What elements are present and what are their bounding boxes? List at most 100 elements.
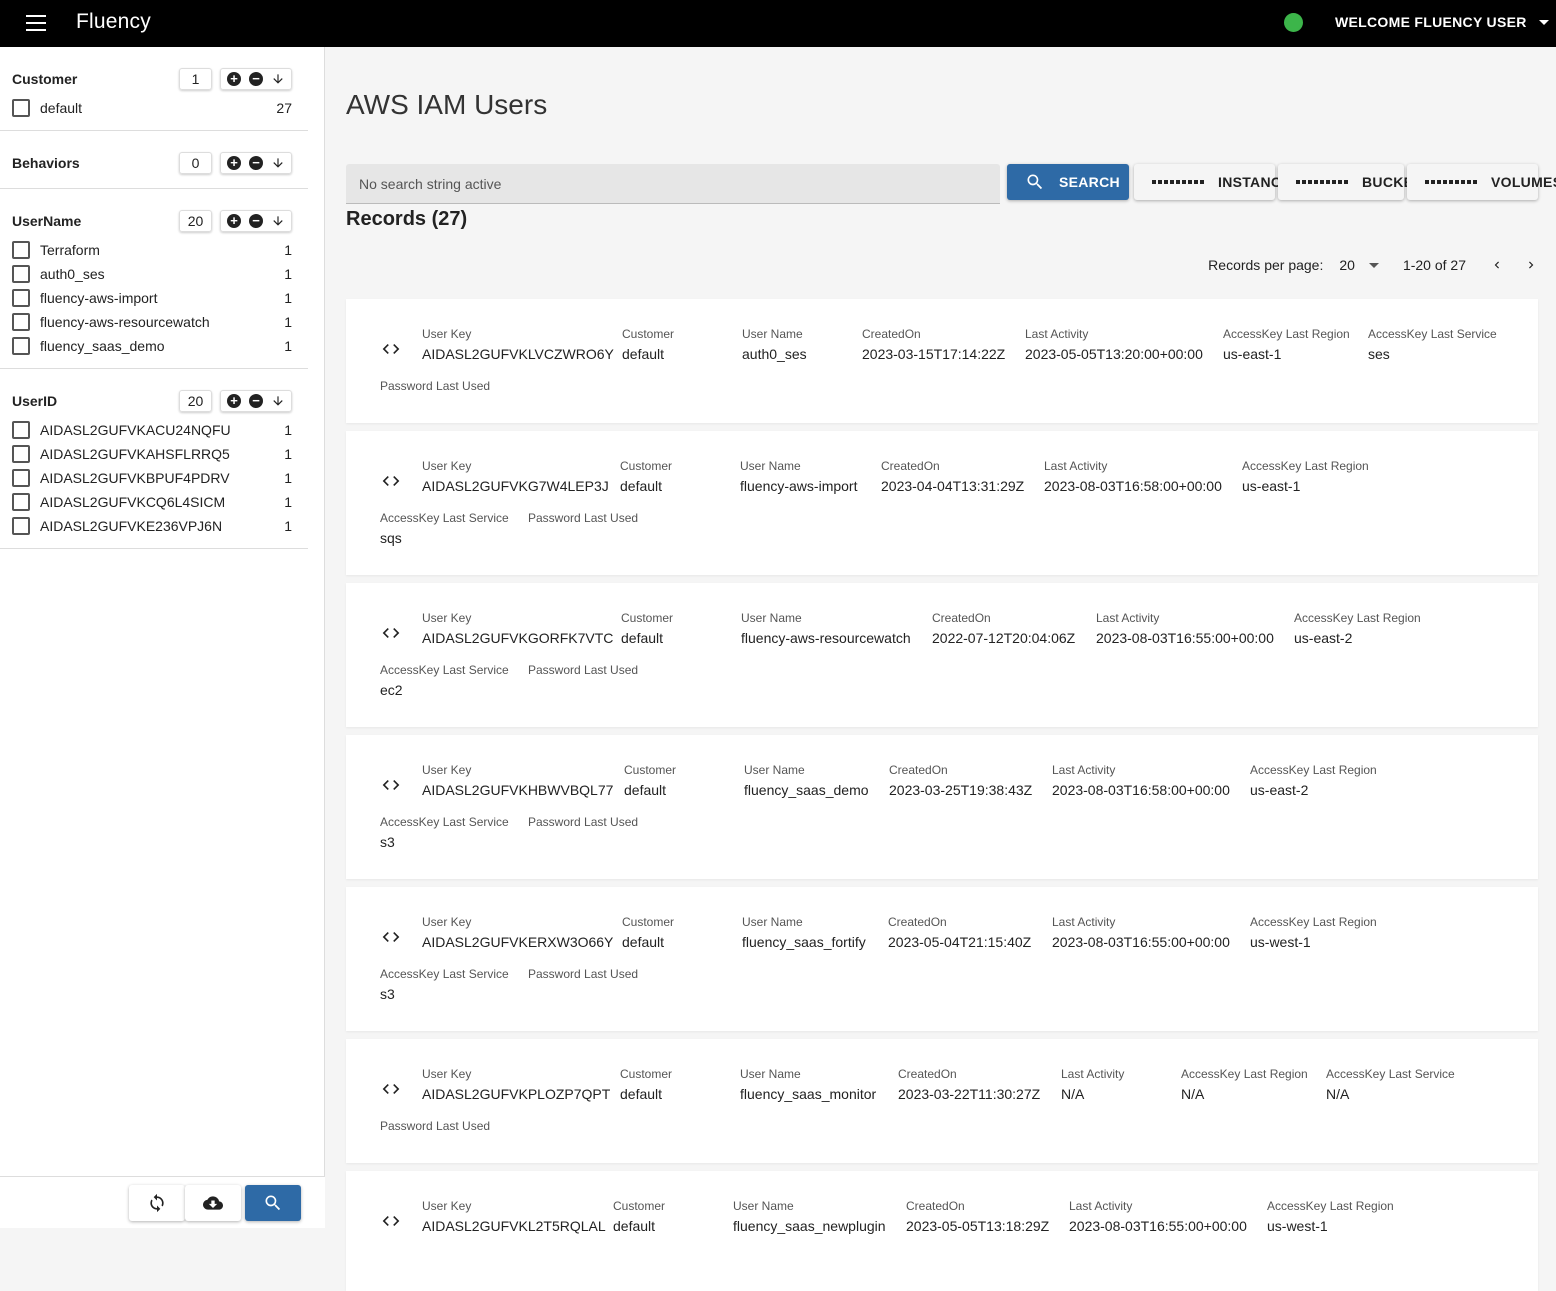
facet-item[interactable]: fluency-aws-import 1 (12, 286, 292, 310)
user-menu[interactable]: WELCOME FLUENCY USER (1335, 14, 1549, 30)
facet-item[interactable]: fluency_saas_demo 1 (12, 334, 292, 358)
field-value: AIDASL2GUFVKHBWVBQL77 (422, 782, 614, 798)
facet-count-input[interactable]: 1 (179, 68, 212, 90)
cloud-download-icon (203, 1196, 223, 1210)
search-button-footer[interactable] (245, 1185, 301, 1221)
field-label: CreatedOn (889, 763, 948, 777)
records-per-page-label: Records per page: (1208, 257, 1324, 273)
field-label: Last Activity (1044, 459, 1108, 473)
field-user-key: User Key AIDASL2GUFVKHBWVBQL77 (422, 763, 613, 798)
facet-item[interactable]: AIDASL2GUFVKE236VPJ6N 1 (12, 514, 292, 538)
code-icon[interactable] (380, 623, 402, 643)
menu-icon[interactable] (26, 15, 46, 31)
field-service: AccessKey Last Service ec2 (380, 663, 509, 698)
remove-circle-icon[interactable]: − (245, 69, 267, 89)
code-icon[interactable] (380, 471, 402, 491)
facet-item[interactable]: AIDASL2GUFVKBPUF4PDRV 1 (12, 466, 292, 490)
next-page-button[interactable] (1524, 258, 1538, 272)
field-user-key: User Key AIDASL2GUFVKG7W4LEP3J (422, 459, 609, 494)
field-value: 2022-07-12T20:04:06Z (932, 630, 1076, 646)
code-icon[interactable] (380, 775, 402, 795)
field-label: CreatedOn (881, 459, 940, 473)
record-card[interactable]: User Key AIDASL2GUFVKGORFK7VTC Customer def… (346, 583, 1538, 727)
arrow-down-icon[interactable] (267, 153, 289, 173)
add-circle-icon[interactable]: + (223, 153, 245, 173)
facet-count-input[interactable]: 0 (179, 152, 212, 174)
field-label: CreatedOn (862, 327, 921, 341)
facet-count-input[interactable]: 20 (179, 210, 212, 232)
field-value: N/A (1181, 1086, 1205, 1102)
instances-button[interactable]: INSTANCES (1134, 164, 1300, 200)
field-region: AccessKey Last Region us-west-1 (1250, 915, 1377, 950)
facet-item[interactable]: AIDASL2GUFVKACU24NQFU 1 (12, 418, 292, 442)
facet-item[interactable]: fluency-aws-resourcewatch 1 (12, 310, 292, 334)
code-icon[interactable] (380, 1079, 402, 1099)
buckets-button[interactable]: BUCKETS (1278, 164, 1431, 200)
search-input[interactable]: No search string active (346, 164, 1000, 204)
checkbox[interactable] (12, 313, 30, 331)
field-label: Customer (613, 1199, 666, 1213)
checkbox[interactable] (12, 445, 30, 463)
facet-count-input[interactable]: 20 (179, 390, 212, 412)
code-icon[interactable] (380, 1211, 402, 1231)
arrow-down-icon[interactable] (267, 391, 289, 411)
facet-item[interactable]: AIDASL2GUFVKCQ6L4SICM 1 (12, 490, 292, 514)
facet-sidebar: Customer 1 + − default 27 Behaviors 0 + − UserName… (0, 47, 325, 1228)
facet-title: Behaviors (12, 155, 80, 171)
records-per-page-select[interactable]: 20 (1339, 257, 1379, 273)
field-label: User Key (422, 459, 472, 473)
facet-item[interactable]: default 27 (12, 96, 292, 120)
field-label: User Name (740, 1067, 801, 1081)
record-card[interactable]: User Key AIDASL2GUFVKHBWVBQL77 Customer def… (346, 735, 1538, 879)
checkbox[interactable] (12, 493, 30, 511)
volumes-button[interactable]: VOLUMES (1407, 164, 1556, 200)
field-label: CreatedOn (906, 1199, 965, 1213)
record-card[interactable]: User Key AIDASL2GUFVKL2T5RQLAL Customer def… (346, 1171, 1538, 1291)
field-label: AccessKey Last Region (1181, 1067, 1308, 1081)
download-button[interactable] (185, 1185, 241, 1221)
record-card[interactable]: User Key AIDASL2GUFVKG7W4LEP3J Customer def… (346, 431, 1538, 575)
chevron-left-icon (1494, 261, 1499, 269)
remove-circle-icon[interactable]: − (245, 153, 267, 173)
record-card[interactable]: User Key AIDASL2GUFVKPLOZP7QPT Customer def… (346, 1039, 1538, 1163)
checkbox[interactable] (12, 99, 30, 117)
field-service: AccessKey Last Service s3 (380, 967, 509, 1002)
record-card[interactable]: User Key AIDASL2GUFVKERXW3O66Y Customer def… (346, 887, 1538, 1031)
checkbox[interactable] (12, 265, 30, 283)
field-value: default (620, 478, 663, 494)
refresh-button[interactable] (129, 1185, 185, 1221)
field-created-on: CreatedOn 2023-05-04T21:15:40Z (888, 915, 1031, 950)
remove-circle-icon[interactable]: − (245, 211, 267, 231)
code-icon[interactable] (380, 339, 402, 359)
field-user-key: User Key AIDASL2GUFVKPLOZP7QPT (422, 1067, 610, 1102)
field-customer: Customer default (621, 611, 673, 646)
arrow-down-icon[interactable] (267, 69, 289, 89)
field-value: sqs (380, 530, 402, 546)
field-password: Password Last Used (528, 967, 638, 986)
add-circle-icon[interactable]: + (223, 69, 245, 89)
checkbox[interactable] (12, 289, 30, 307)
facet-item[interactable]: auth0_ses 1 (12, 262, 292, 286)
field-label: User Name (742, 327, 803, 341)
code-icon[interactable] (380, 927, 402, 947)
checkbox[interactable] (12, 421, 30, 439)
add-circle-icon[interactable]: + (223, 211, 245, 231)
field-value: us-east-2 (1294, 630, 1353, 646)
checkbox[interactable] (12, 517, 30, 535)
field-region: AccessKey Last Region us-east-1 (1223, 327, 1350, 362)
field-value: us-east-1 (1242, 478, 1301, 494)
checkbox[interactable] (12, 337, 30, 355)
arrow-down-icon[interactable] (267, 211, 289, 231)
checkbox[interactable] (12, 241, 30, 259)
add-circle-icon[interactable]: + (223, 391, 245, 411)
remove-circle-icon[interactable]: − (245, 391, 267, 411)
record-card[interactable]: User Key AIDASL2GUFVKLVCZWRO6Y Customer def… (346, 299, 1538, 423)
facet-item[interactable]: Terraform 1 (12, 238, 292, 262)
field-user-name: User Name fluency_saas_newplugin (733, 1199, 886, 1234)
checkbox[interactable] (12, 469, 30, 487)
facet-item[interactable]: AIDASL2GUFVKAHSFLRRQ5 1 (12, 442, 292, 466)
field-user-name: User Name auth0_ses (742, 327, 807, 362)
field-value: 2023-03-22T11:30:27Z (898, 1086, 1041, 1102)
previous-page-button[interactable] (1490, 258, 1504, 272)
search-button[interactable]: SEARCH (1007, 164, 1129, 200)
